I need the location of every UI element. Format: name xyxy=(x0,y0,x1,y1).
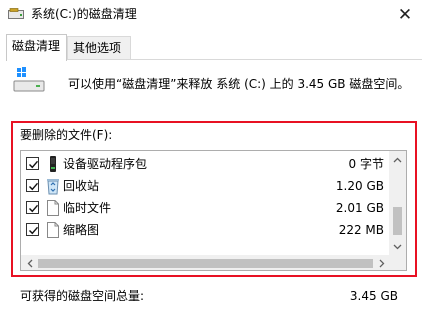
list-item[interactable]: 回收站 1.20 GB xyxy=(21,175,390,197)
tab-more-options[interactable]: 其他选项 xyxy=(67,36,131,60)
vertical-scrollbar[interactable] xyxy=(389,151,406,255)
item-name: 回收站 xyxy=(63,179,100,193)
list-item[interactable]: 临时文件 2.01 GB xyxy=(21,197,390,219)
tab-label: 其他选项 xyxy=(73,41,122,55)
vertical-scroll-thumb[interactable] xyxy=(393,207,402,235)
file-icon xyxy=(45,199,61,217)
files-to-delete-list[interactable]: 设备驱动程序包 0 字节 回收站 1.20 GB 临时文件 2.01 GB 缩略… xyxy=(20,150,407,271)
item-size: 222 MB xyxy=(338,223,384,237)
drive-icon xyxy=(13,66,45,94)
chevron-up-icon xyxy=(393,157,402,162)
window-title: 系统(C:)的磁盘清理 xyxy=(31,7,137,21)
tab-label: 磁盘清理 xyxy=(12,39,61,53)
scroll-up-button[interactable] xyxy=(389,151,406,168)
title-bar: 系统(C:)的磁盘清理 ✕ xyxy=(0,0,428,30)
files-to-delete-label: 要删除的文件(F): xyxy=(20,128,113,142)
chevron-left-icon xyxy=(27,259,32,268)
horizontal-scrollbar[interactable] xyxy=(21,255,390,270)
scroll-down-button[interactable] xyxy=(389,238,406,255)
driver-package-icon xyxy=(45,155,61,173)
checkbox[interactable] xyxy=(26,201,39,214)
item-size: 0 字节 xyxy=(348,157,384,171)
scroll-left-button[interactable] xyxy=(21,255,38,270)
checkbox[interactable] xyxy=(26,223,39,236)
item-name: 缩略图 xyxy=(63,223,100,237)
info-text: 可以使用“磁盘清理”来释放 系统 (C:) 上的 3.45 GB 磁盘空间。 xyxy=(68,77,410,91)
scrollbar-corner xyxy=(389,255,406,270)
item-size: 2.01 GB xyxy=(335,201,384,215)
total-space-label: 可获得的磁盘空间总量: xyxy=(20,289,145,303)
list-item[interactable]: 设备驱动程序包 0 字节 xyxy=(21,153,390,175)
horizontal-scroll-thumb[interactable] xyxy=(38,259,373,268)
checkbox[interactable] xyxy=(26,157,39,170)
disk-cleanup-icon xyxy=(8,8,24,20)
item-name: 临时文件 xyxy=(63,201,112,215)
chevron-right-icon xyxy=(379,259,384,268)
file-icon xyxy=(45,221,61,239)
checkbox[interactable] xyxy=(26,179,39,192)
item-size: 1.20 GB xyxy=(335,179,384,193)
tab-disk-cleanup[interactable]: 磁盘清理 xyxy=(6,34,67,61)
scroll-right-button[interactable] xyxy=(373,255,390,270)
list-item[interactable]: 缩略图 222 MB xyxy=(21,219,390,241)
item-name: 设备驱动程序包 xyxy=(63,157,148,171)
close-icon: ✕ xyxy=(397,5,413,25)
chevron-down-icon xyxy=(393,244,402,249)
close-button[interactable]: ✕ xyxy=(382,0,428,30)
recycle-bin-icon xyxy=(45,177,61,195)
total-space-value: 3.45 GB xyxy=(349,289,398,303)
